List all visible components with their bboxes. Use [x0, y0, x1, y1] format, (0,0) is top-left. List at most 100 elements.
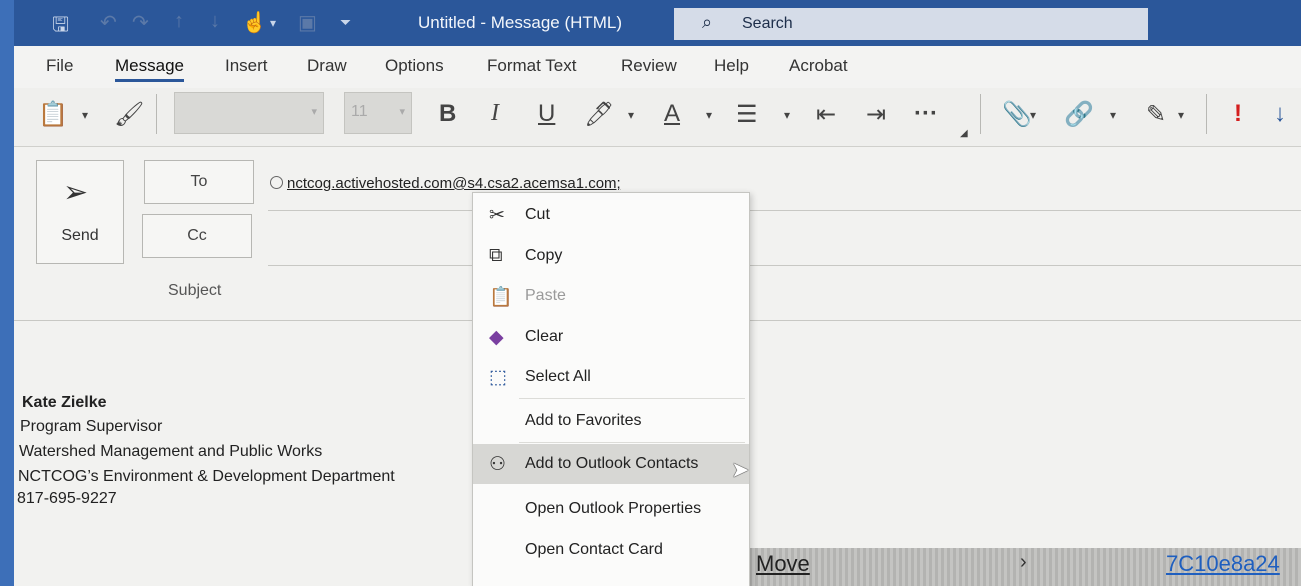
tab-acrobat[interactable]: Acrobat — [789, 56, 848, 76]
link-icon[interactable]: 🔗 — [1064, 100, 1094, 129]
chevron-down-icon[interactable]: ▾ — [1178, 108, 1184, 122]
menu-item-label: Copy — [525, 247, 563, 264]
menu-item-open-outlook-properties[interactable]: Open Outlook Properties — [473, 489, 749, 529]
bold-button[interactable]: B — [439, 100, 456, 128]
title-bar: 🖫 ↶ ↷ ↑ ↓ ☝ ▾ ▣ ⏷ Untitled - Message (HT… — [14, 0, 1301, 46]
tab-insert[interactable]: Insert — [225, 56, 268, 76]
signature-name: Kate Zielke — [22, 394, 107, 411]
signature-division: Watershed Management and Public Works — [19, 443, 323, 460]
chevron-right-icon[interactable]: › — [1020, 551, 1027, 574]
tab-help[interactable]: Help — [714, 56, 749, 76]
select-all-icon: ⬚ — [489, 367, 507, 388]
menu-item-open-contact-card[interactable]: Open Contact Card — [473, 530, 749, 570]
menu-item-add-to-outlook-contacts[interactable]: ⚇ Add to Outlook Contacts ➤ — [473, 444, 749, 484]
menu-item-label: Cut — [525, 206, 550, 223]
menu-item-add-to-favorites[interactable]: Add to Favorites — [473, 401, 749, 441]
add-contact-icon: ⚇ — [489, 454, 507, 475]
ribbon-toolbar: 📋 ▾ 🖌 ▾ 11 ▾ B I U 🖊 ▾ A ▾ ☰ ▾ ⇤ ⇥ ··· ◢… — [14, 88, 1301, 147]
outlook-message-window: 🖫 ↶ ↷ ↑ ↓ ☝ ▾ ▣ ⏷ Untitled - Message (HT… — [14, 0, 1301, 586]
window-title: Untitled - Message (HTML) — [418, 13, 623, 32]
touch-mode-icon[interactable]: ☝ — [242, 10, 267, 35]
menu-item-label: Select All — [525, 368, 591, 385]
paste-icon[interactable]: 📋 — [38, 100, 68, 129]
chevron-down-icon[interactable]: ▾ — [270, 16, 276, 30]
menu-item-cut[interactable]: ✂ Cut — [473, 195, 749, 235]
search-label: Search — [742, 15, 793, 32]
chevron-down-icon[interactable]: ▾ — [706, 108, 712, 122]
undo-icon[interactable]: ↶ — [100, 10, 117, 35]
bullets-icon[interactable]: ☰ — [736, 100, 758, 129]
menu-item-copy[interactable]: ⧉ Copy — [473, 236, 749, 276]
chevron-down-icon[interactable]: ▾ — [82, 108, 88, 122]
customize-qat-icon[interactable]: ⏷ — [340, 14, 351, 31]
highlight-icon[interactable]: 🖊 — [584, 100, 614, 129]
format-painter-icon[interactable]: 🖌 — [114, 100, 144, 129]
subject-field[interactable] — [268, 275, 1301, 315]
attach-file-icon[interactable]: 📎 — [1002, 100, 1032, 129]
chevron-down-icon[interactable]: ▾ — [784, 108, 790, 122]
increase-indent-icon[interactable]: ⇥ — [866, 100, 886, 129]
divider — [156, 94, 157, 134]
cc-field-line — [268, 265, 1301, 266]
dialog-launcher-icon[interactable]: ◢ — [960, 128, 968, 139]
subject-label: Subject — [168, 282, 222, 299]
chevron-down-icon[interactable]: ▾ — [628, 108, 634, 122]
redo-icon[interactable]: ↷ — [132, 10, 149, 35]
divider — [1206, 94, 1207, 134]
ribbon-tabs: File Message Insert Draw Options Format … — [14, 46, 1301, 88]
move-button[interactable]: Move — [756, 551, 810, 577]
clipboard-icon: 📋 — [489, 287, 513, 308]
search-icon: ⌕ — [702, 12, 713, 32]
font-size-dropdown[interactable]: 11 ▾ — [344, 92, 412, 134]
font-size-value: 11 — [351, 103, 368, 120]
presence-icon — [270, 176, 283, 189]
font-color-button[interactable]: A — [664, 100, 680, 128]
chevron-down-icon[interactable]: ▾ — [1110, 108, 1116, 122]
low-importance-button[interactable]: ↓ — [1274, 100, 1286, 128]
to-field[interactable]: nctcog.activehosted.com@s4.csa2.acemsa1.… — [270, 175, 621, 192]
cc-field[interactable] — [268, 220, 1301, 264]
scissors-icon: ✂ — [489, 205, 505, 226]
chevron-down-icon: ▾ — [399, 106, 405, 118]
menu-item-label: Paste — [525, 287, 566, 304]
tab-review[interactable]: Review — [621, 56, 677, 76]
mouse-cursor-icon: ➤ — [731, 457, 750, 482]
to-field-line — [268, 210, 1301, 211]
item-id-link[interactable]: 7C10e8a24 — [1166, 551, 1280, 577]
decrease-indent-icon[interactable]: ⇤ — [816, 100, 836, 129]
menu-item-paste[interactable]: 📋 Paste — [473, 276, 749, 316]
menu-separator — [519, 442, 745, 443]
menu-separator — [519, 398, 745, 399]
search-box[interactable]: ⌕ Search — [674, 8, 1148, 40]
tab-draw[interactable]: Draw — [307, 56, 347, 76]
menu-item-label: Add to Outlook Contacts — [525, 455, 699, 472]
italic-button[interactable]: I — [491, 100, 499, 127]
menu-item-clear[interactable]: ◆ Clear — [473, 317, 749, 357]
signature-phone: 817-695-9227 — [17, 490, 117, 507]
more-options-button[interactable]: ··· — [914, 100, 938, 128]
clipboard-icon[interactable]: ▣ — [298, 10, 317, 35]
up-icon[interactable]: ↑ — [174, 10, 184, 33]
menu-item-label: Add to Favorites — [525, 412, 642, 429]
to-button[interactable]: To — [144, 160, 254, 204]
font-name-dropdown[interactable]: ▾ — [174, 92, 324, 134]
tab-format-text[interactable]: Format Text — [487, 56, 576, 76]
tab-file[interactable]: File — [46, 56, 73, 76]
send-button[interactable]: ➢ Send — [36, 160, 124, 264]
signature-department: NCTCOG’s Environment & Development Depar… — [18, 468, 395, 485]
down-icon[interactable]: ↓ — [210, 10, 220, 33]
recipient-address[interactable]: nctcog.activehosted.com@s4.csa2.acemsa1.… — [287, 175, 621, 192]
save-icon[interactable]: 🖫 — [52, 10, 69, 44]
cc-button[interactable]: Cc — [142, 214, 252, 258]
menu-item-select-all[interactable]: ⬚ Select All — [473, 357, 749, 397]
signature-icon[interactable]: ✎ — [1146, 100, 1166, 129]
eraser-icon: ◆ — [489, 327, 504, 348]
copy-icon: ⧉ — [489, 245, 503, 266]
underline-button[interactable]: U — [538, 100, 555, 128]
chevron-down-icon: ▾ — [311, 106, 317, 118]
chevron-down-icon[interactable]: ▾ — [1030, 108, 1036, 122]
high-importance-button[interactable]: ! — [1234, 100, 1242, 128]
menu-item-label: Open Contact Card — [525, 541, 663, 558]
tab-options[interactable]: Options — [385, 56, 444, 76]
tab-message[interactable]: Message — [115, 56, 184, 82]
